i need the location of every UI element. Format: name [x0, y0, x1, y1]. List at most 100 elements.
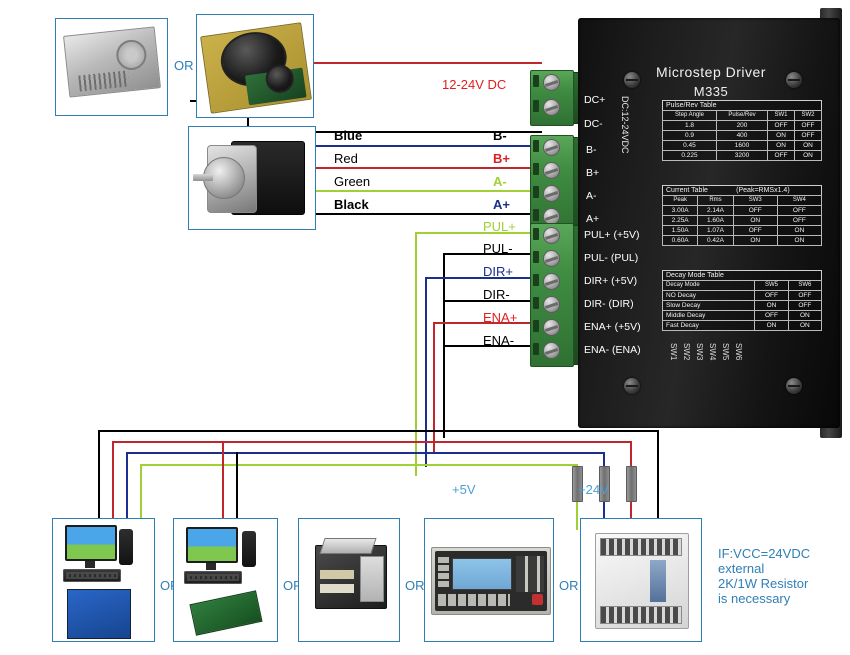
cell: ON — [754, 300, 789, 311]
terminal-block-power[interactable] — [530, 70, 574, 126]
cell: 0.9 — [662, 130, 717, 141]
monitor-icon — [65, 525, 117, 561]
terminal-screw-dc-plus[interactable] — [543, 74, 560, 91]
bus-black-right-v — [657, 430, 659, 530]
cell: 0.225 — [662, 150, 717, 161]
th-sw5: SW5 — [754, 280, 789, 291]
label-wire-black: Black — [334, 197, 369, 212]
table-row: Fast Decay ON ON — [661, 320, 823, 331]
terminal-screw-b-minus[interactable] — [543, 139, 560, 156]
keyboard-icon — [63, 569, 121, 582]
driver-label-sw6: SW6 — [734, 343, 743, 361]
device-box-cnc-controller[interactable] — [424, 518, 554, 642]
monitor-screen — [188, 529, 236, 561]
label-terminal-b-plus: B+ — [493, 151, 510, 166]
breakout-board-icon — [67, 589, 131, 639]
terminal-screw-dc-minus[interactable] — [543, 99, 560, 116]
driver-label-ena-plus: ENA+ (+5V) — [584, 321, 641, 333]
label-signal-ena-minus: ENA- — [483, 333, 515, 348]
cell: OFF — [776, 205, 823, 216]
wire-motor-black — [310, 213, 542, 215]
cnc-function-keys — [438, 594, 510, 606]
driver-label-sw4: SW4 — [708, 343, 717, 361]
label-signal-dir-minus: DIR- — [483, 287, 510, 302]
terminal-screw-b-plus[interactable] — [543, 162, 560, 179]
th-sw3: SW3 — [732, 195, 778, 206]
panel-controller-display — [319, 538, 377, 554]
cell: 400 — [715, 130, 769, 141]
plc-indicator-strip — [650, 560, 666, 602]
bus-red-left-v — [112, 441, 114, 530]
table-pulse-caption: Pulse/Rev Table — [662, 100, 822, 111]
terminal-slot — [533, 228, 539, 240]
driver-label-sw1: SW1 — [669, 343, 678, 361]
terminal-screw-dir-plus[interactable] — [543, 273, 560, 290]
table-row: 3.00A 2.14A OFF OFF — [661, 205, 823, 216]
cell: 1.60A — [697, 215, 734, 226]
cell: OFF — [767, 150, 796, 161]
cell: OFF — [787, 290, 823, 301]
driver-brand-label: Microstep Driver — [656, 64, 766, 80]
driver-label-b-plus: B+ — [586, 167, 600, 179]
terminal-block-signal[interactable] — [530, 223, 574, 367]
cell: OFF — [794, 120, 822, 131]
driver-label-sw3: SW3 — [695, 343, 704, 361]
table-row: 0.9 400 ON OFF — [662, 130, 822, 141]
table-decay-mode: Decay Mode Table Decay Mode SW5 SW6 NO D… — [661, 270, 823, 331]
cell: 2.25A — [661, 215, 699, 226]
mitsubishi-plc-icon — [595, 533, 689, 629]
terminal-slot — [533, 343, 539, 355]
driver-label-dir-plus: DIR+ (+5V) — [584, 275, 638, 287]
th-step-angle: Step Angle — [662, 110, 717, 121]
monitor-stand — [85, 561, 95, 568]
cell: 3200 — [715, 150, 769, 161]
terminal-slot — [533, 100, 539, 112]
device-box-pc-breakout[interactable] — [52, 518, 155, 642]
label-terminal-b-minus: B- — [493, 128, 507, 143]
cell: ON — [732, 215, 778, 226]
cell: ON — [787, 320, 823, 331]
cell: 3.00A — [661, 205, 699, 216]
driver-label-b-minus: B- — [586, 144, 597, 156]
terminal-screw-dir-minus[interactable] — [543, 296, 560, 313]
label-wire-blue: Blue — [334, 128, 363, 143]
device-box-pc-pci[interactable] — [173, 518, 278, 642]
terminal-screw-ena-minus[interactable] — [543, 342, 560, 359]
monitor-screen — [67, 527, 115, 559]
bus-green-h — [140, 464, 577, 466]
th-sw6: SW6 — [787, 280, 823, 291]
terminal-slot — [533, 274, 539, 286]
th-sw2: SW2 — [794, 110, 822, 121]
keyboard-icon — [184, 571, 242, 584]
terminal-slot — [533, 186, 539, 198]
driver-label-dc-minus: DC- — [584, 118, 603, 130]
device-box-stepper-motor[interactable] — [188, 126, 316, 230]
terminal-screw-pul-plus[interactable] — [543, 227, 560, 244]
terminal-screw-pul-minus[interactable] — [543, 250, 560, 267]
toroidal-pcb-art — [200, 22, 312, 114]
cell: Middle Decay — [661, 310, 756, 321]
terminal-screw-a-minus[interactable] — [543, 185, 560, 202]
cell: 1.8 — [662, 120, 717, 131]
device-box-panel-controller[interactable] — [298, 518, 400, 642]
wire-motor-red — [310, 167, 542, 169]
terminal-slot — [533, 75, 539, 87]
microstep-driver-body[interactable]: Microstep Driver M335 DC+ DC- B- B+ A- A… — [578, 18, 840, 428]
cnc-side-keys — [438, 557, 449, 589]
th-decay-mode: Decay Mode — [661, 280, 756, 291]
device-box-switching-psu[interactable] — [55, 18, 168, 116]
drop-black-pc1 — [98, 430, 100, 530]
driver-label-a-minus: A- — [586, 190, 597, 202]
cell: ON — [776, 225, 823, 236]
terminal-block-motor[interactable] — [530, 135, 574, 235]
terminal-slot — [533, 140, 539, 152]
driver-label-sw5: SW5 — [721, 343, 730, 361]
cell: ON — [776, 235, 823, 246]
th-rms: Rms — [697, 195, 734, 206]
device-box-toroidal-psu[interactable] — [196, 14, 314, 118]
device-box-plc[interactable] — [580, 518, 702, 642]
driver-label-sw2: SW2 — [682, 343, 691, 361]
table-row: 0.60A 0.42A ON ON — [661, 235, 823, 246]
driver-label-ena-minus: ENA- (ENA) — [584, 344, 641, 356]
terminal-screw-ena-plus[interactable] — [543, 319, 560, 336]
